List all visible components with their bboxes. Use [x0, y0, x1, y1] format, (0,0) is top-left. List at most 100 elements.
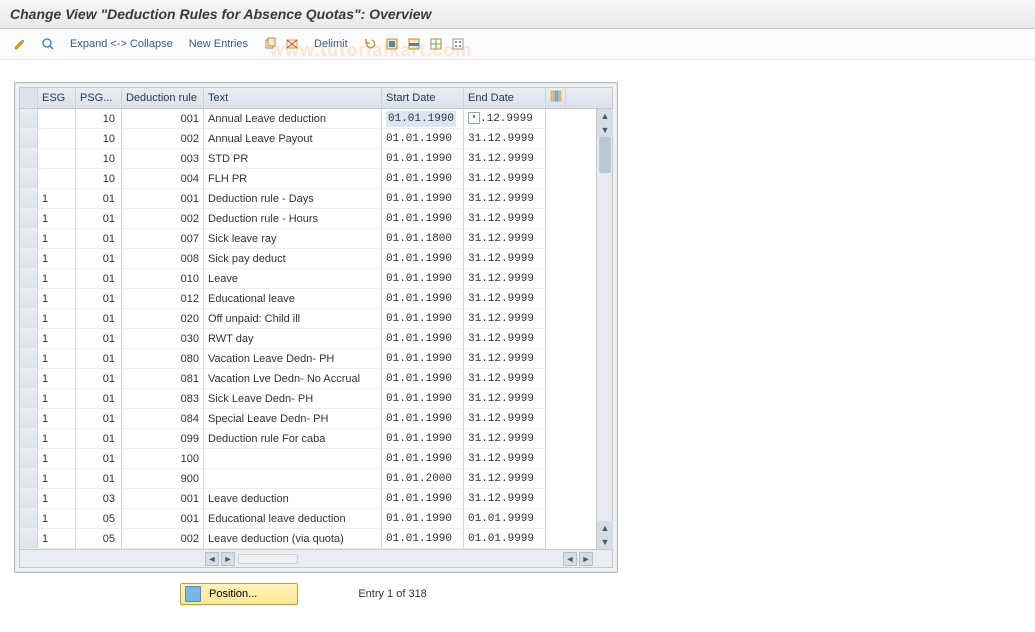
copy-as-icon[interactable] — [260, 35, 280, 53]
cell-psg[interactable]: 01 — [76, 349, 122, 369]
cell-rule[interactable]: 900 — [122, 469, 204, 489]
cell-psg[interactable]: 01 — [76, 369, 122, 389]
cell-start-date[interactable]: 01.01.1990 — [382, 529, 464, 549]
row-selector[interactable] — [20, 189, 38, 209]
cell-rule[interactable]: 004 — [122, 169, 204, 189]
row-selector[interactable] — [20, 249, 38, 269]
cell-text[interactable]: Educational leave deduction — [204, 509, 382, 529]
cell-rule[interactable]: 020 — [122, 309, 204, 329]
row-selector[interactable] — [20, 209, 38, 229]
cell-rule[interactable]: 001 — [122, 189, 204, 209]
hscroll-right-icon[interactable]: ► — [221, 552, 235, 566]
cell-start-date[interactable]: 01.01.1990 — [382, 329, 464, 349]
cell-esg[interactable]: 1 — [38, 509, 76, 529]
cell-esg[interactable]: 1 — [38, 369, 76, 389]
cell-psg[interactable]: 01 — [76, 409, 122, 429]
select-block-icon[interactable] — [404, 35, 424, 53]
col-header-text[interactable]: Text — [204, 88, 382, 108]
cell-esg[interactable]: 1 — [38, 229, 76, 249]
cell-esg[interactable]: 1 — [38, 489, 76, 509]
position-button[interactable]: Position... — [180, 583, 298, 605]
cell-psg[interactable]: 01 — [76, 209, 122, 229]
cell-psg[interactable]: 01 — [76, 289, 122, 309]
cell-rule[interactable]: 030 — [122, 329, 204, 349]
cell-psg[interactable]: 01 — [76, 269, 122, 289]
cell-text[interactable]: RWT day — [204, 329, 382, 349]
cell-text[interactable]: Vacation Leave Dedn- PH — [204, 349, 382, 369]
cell-rule[interactable]: 099 — [122, 429, 204, 449]
col-header-psg[interactable]: PSG... — [76, 88, 122, 108]
cell-esg[interactable]: 1 — [38, 429, 76, 449]
cell-end-date[interactable]: 01.01.9999 — [464, 509, 546, 529]
cell-psg[interactable]: 05 — [76, 509, 122, 529]
cell-start-date[interactable]: 01.01.1990 — [382, 409, 464, 429]
cell-end-date[interactable]: 31.12.9999 — [464, 309, 546, 329]
cell-text[interactable]: Sick pay deduct — [204, 249, 382, 269]
row-selector[interactable] — [20, 109, 38, 129]
configuration-icon[interactable] — [448, 35, 468, 53]
row-selector[interactable] — [20, 349, 38, 369]
row-selector[interactable] — [20, 509, 38, 529]
row-selector[interactable] — [20, 289, 38, 309]
row-selector[interactable] — [20, 369, 38, 389]
cell-start-date[interactable]: 01.01.1990 — [382, 169, 464, 189]
cell-end-date[interactable]: 31.12.9999 — [464, 209, 546, 229]
row-selector[interactable] — [20, 169, 38, 189]
cell-end-date[interactable]: 31.12.9999 — [464, 189, 546, 209]
vertical-scrollbar[interactable]: ▲ ▼ ▲ ▼ — [596, 109, 612, 549]
cell-end-date[interactable]: 31.12.9999 — [464, 389, 546, 409]
cell-text[interactable]: Sick Leave Dedn- PH — [204, 389, 382, 409]
cell-start-date[interactable]: 01.01.1990 — [382, 369, 464, 389]
cell-text[interactable] — [204, 449, 382, 469]
cell-esg[interactable]: 1 — [38, 329, 76, 349]
cell-psg[interactable]: 05 — [76, 529, 122, 549]
cell-start-date[interactable]: 01.01.1990 — [382, 129, 464, 149]
cell-psg[interactable]: 01 — [76, 469, 122, 489]
cell-text[interactable]: Leave deduction — [204, 489, 382, 509]
cell-end-date[interactable]: 31.12.9999 — [464, 449, 546, 469]
cell-psg[interactable]: 01 — [76, 189, 122, 209]
cell-text[interactable]: STD PR — [204, 149, 382, 169]
row-selector[interactable] — [20, 309, 38, 329]
cell-psg[interactable]: 01 — [76, 389, 122, 409]
cell-start-date[interactable]: 01.01.1990 — [382, 429, 464, 449]
hscroll-track[interactable] — [238, 554, 298, 564]
cell-esg[interactable]: 1 — [38, 289, 76, 309]
cell-text[interactable]: Deduction rule For caba — [204, 429, 382, 449]
cell-esg[interactable] — [38, 129, 76, 149]
cell-end-date[interactable]: 31.12.9999 — [464, 409, 546, 429]
cell-end-date[interactable]: ▾.12.9999 — [464, 109, 546, 129]
cell-esg[interactable]: 1 — [38, 469, 76, 489]
hscroll-left-icon[interactable]: ◄ — [205, 552, 219, 566]
cell-start-date[interactable]: 01.01.1990 — [382, 389, 464, 409]
row-selector[interactable] — [20, 469, 38, 489]
cell-rule[interactable]: 080 — [122, 349, 204, 369]
cell-rule[interactable]: 008 — [122, 249, 204, 269]
delete-icon[interactable] — [282, 35, 302, 53]
cell-start-date[interactable]: 01.01.1990 — [382, 109, 464, 129]
cell-rule[interactable]: 001 — [122, 489, 204, 509]
cell-text[interactable]: Leave — [204, 269, 382, 289]
cell-start-date[interactable]: 01.01.2000 — [382, 469, 464, 489]
cell-esg[interactable]: 1 — [38, 249, 76, 269]
scroll-line-up-icon[interactable]: ▲ — [597, 109, 613, 123]
cell-esg[interactable] — [38, 169, 76, 189]
cell-rule[interactable]: 003 — [122, 149, 204, 169]
row-selector[interactable] — [20, 149, 38, 169]
cell-esg[interactable]: 1 — [38, 349, 76, 369]
cell-start-date[interactable]: 01.01.1990 — [382, 309, 464, 329]
cell-start-date[interactable]: 01.01.1990 — [382, 249, 464, 269]
cell-rule[interactable]: 002 — [122, 129, 204, 149]
cell-text[interactable]: Leave deduction (via quota) — [204, 529, 382, 549]
cell-rule[interactable]: 001 — [122, 509, 204, 529]
cell-end-date[interactable]: 31.12.9999 — [464, 289, 546, 309]
cell-end-date[interactable]: 31.12.9999 — [464, 329, 546, 349]
horizontal-scrollbar[interactable]: ◄ ► ◄ ► — [204, 550, 612, 567]
cell-esg[interactable]: 1 — [38, 189, 76, 209]
cell-esg[interactable]: 1 — [38, 209, 76, 229]
cell-text[interactable] — [204, 469, 382, 489]
cell-esg[interactable] — [38, 149, 76, 169]
cell-rule[interactable]: 001 — [122, 109, 204, 129]
deselect-all-icon[interactable] — [426, 35, 446, 53]
col-header-esg[interactable]: ESG — [38, 88, 76, 108]
